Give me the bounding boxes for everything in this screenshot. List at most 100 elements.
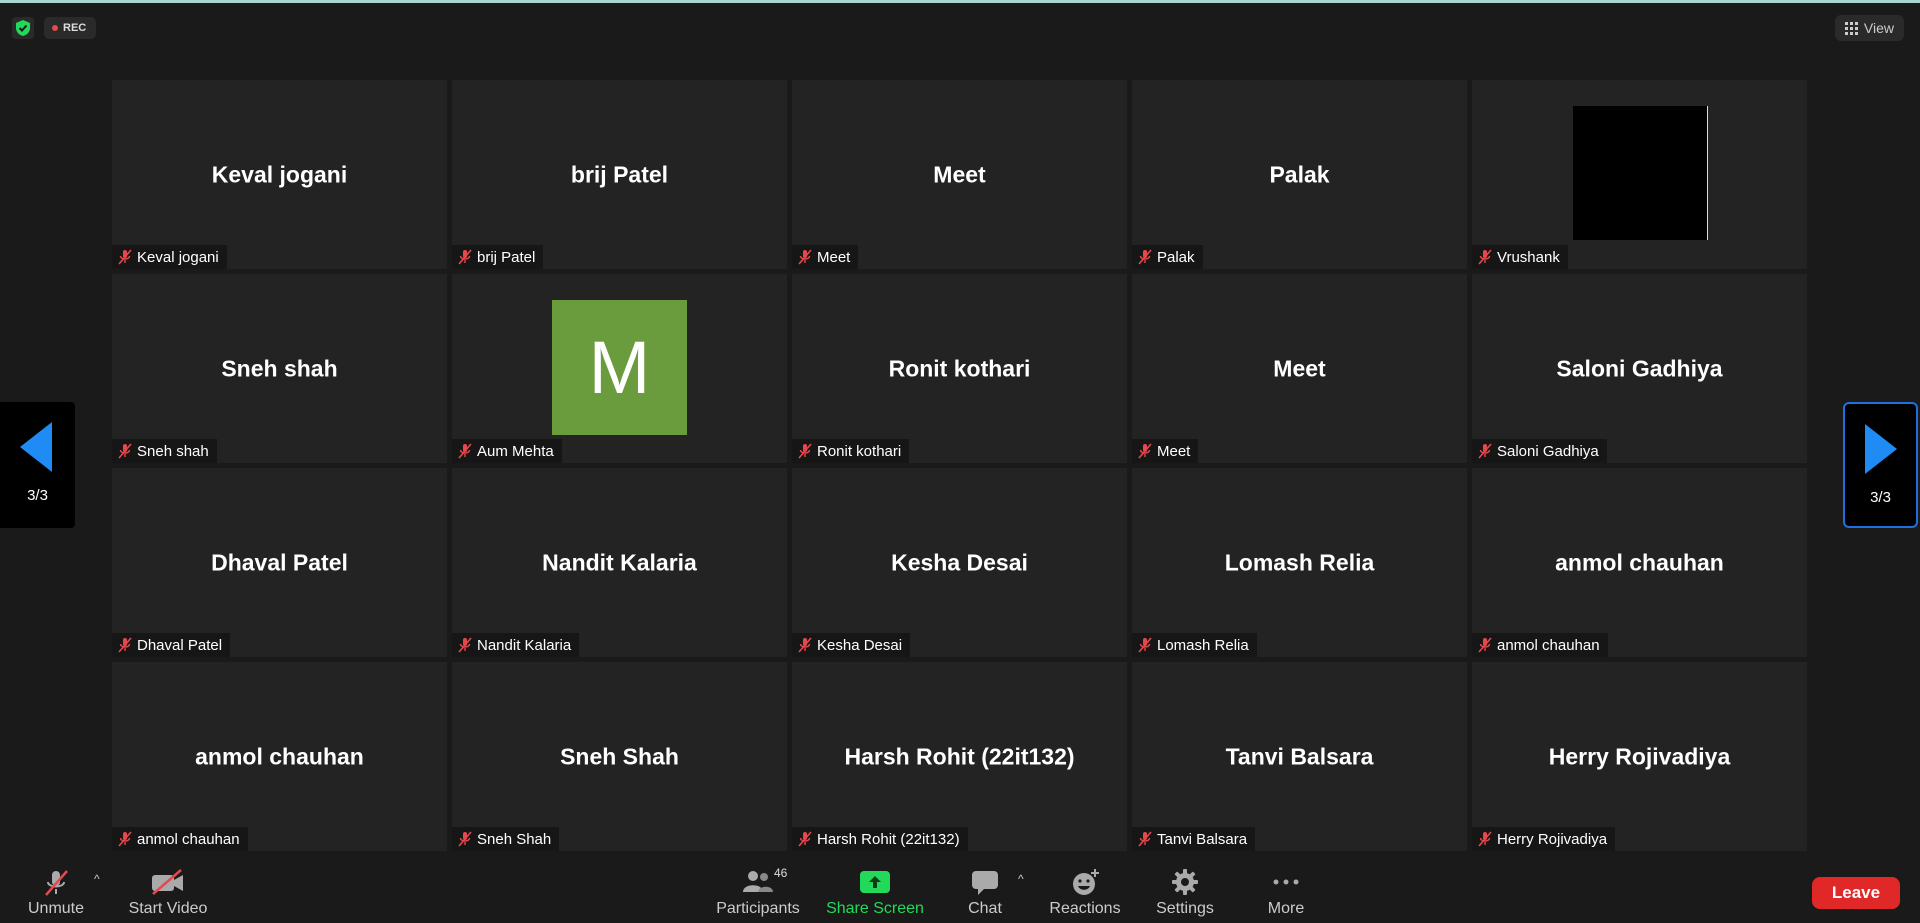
participant-name-label: Herry Rojivadiya [1472,827,1616,851]
mic-muted-icon [118,831,132,847]
participant-tile[interactable]: Ronit kothari Ronit kothari [792,274,1127,463]
participant-display-name: anmol chauhan [1555,549,1724,575]
mic-muted-icon [458,443,472,459]
recording-badge[interactable]: REC [44,17,97,39]
shield-check-icon[interactable] [12,17,34,39]
audio-options-caret[interactable]: ^ [94,872,100,886]
participant-video [1573,106,1708,240]
reactions-icon [1073,869,1099,895]
participant-tile[interactable]: Saloni Gadhiya Saloni Gadhiya [1472,274,1807,463]
participant-name: Palak [1157,248,1195,266]
mic-muted-icon [798,443,812,459]
participant-tile[interactable]: Nandit Kalaria Nandit Kalaria [452,468,787,657]
participant-name: Saloni Gadhiya [1497,442,1599,460]
participant-tile[interactable]: Meet Meet [1132,274,1467,463]
share-screen-button[interactable]: Share Screen [824,862,926,923]
mic-muted-icon [45,870,68,896]
participant-name-label: Vrushank [1472,245,1568,269]
participant-name: Dhaval Patel [137,636,223,654]
participant-name: anmol chauhan [137,830,240,848]
video-off-icon [152,869,183,895]
participant-display-name: Keval jogani [211,161,348,187]
unmute-button[interactable]: Unmute [16,862,96,923]
participant-name-label: Palak [1132,245,1203,269]
participant-name: Kesha Desai [817,636,903,654]
participant-tile[interactable]: Keval jogani Keval jogani [112,80,447,269]
mic-muted-icon [458,831,472,847]
mic-muted-icon [798,637,812,653]
mic-muted-icon [458,637,472,653]
participant-tile[interactable]: M Aum Mehta [452,274,787,463]
mic-muted-icon [1478,831,1492,847]
participants-icon [743,871,773,892]
mic-muted-icon [798,249,812,265]
participant-name: Harsh Rohit (22it132) [817,830,960,848]
chat-options-caret[interactable]: ^ [1018,872,1024,886]
gear-icon [1172,869,1198,895]
leave-button[interactable]: Leave [1812,877,1900,909]
participant-display-name: Dhaval Patel [211,549,348,575]
participant-name-label: Sneh Shah [452,827,560,851]
participant-name: Meet [817,248,851,266]
participant-tile[interactable]: Lomash Relia Lomash Relia [1132,468,1467,657]
participant-tile[interactable]: Meet Meet [792,80,1127,269]
view-button[interactable]: View [1834,15,1904,41]
participant-tile[interactable]: Vrushank [1472,80,1807,269]
chevron-right-icon [1865,424,1897,474]
page-indicator-left: 3/3 [27,487,48,504]
meeting-topbar: REC View [0,3,1920,48]
participant-tile[interactable]: brij Patel brij Patel [452,80,787,269]
mic-muted-icon [1478,443,1492,459]
mic-muted-icon [1478,637,1492,653]
chat-label: Chat [968,900,1002,917]
participant-tile[interactable]: Sneh shah Sneh shah [112,274,447,463]
participant-tile[interactable]: Harsh Rohit (22it132) Harsh Rohit (22it13… [792,662,1127,851]
participants-label: Participants [716,900,800,917]
mic-muted-icon [1138,443,1152,459]
participant-name: anmol chauhan [1497,636,1600,654]
participant-display-name: Meet [933,161,986,187]
settings-button[interactable]: Settings [1148,862,1222,923]
participant-tile[interactable]: Palak Palak [1132,80,1467,269]
participant-tile[interactable]: Dhaval Patel Dhaval Patel [112,468,447,657]
participant-name-label: Harsh Rohit (22it132) [792,827,968,851]
participant-tile[interactable]: Kesha Desai Kesha Desai [792,468,1127,657]
more-icon [1273,879,1299,885]
participant-tile[interactable]: anmol chauhan anmol chauhan [1472,468,1807,657]
mic-muted-icon [798,831,812,847]
participant-name: Keval jogani [137,248,219,266]
participant-name-label: anmol chauhan [1472,633,1608,657]
start-video-label: Start Video [128,900,208,917]
participant-name-label: Meet [1132,439,1199,463]
participant-tile[interactable]: anmol chauhan anmol chauhan [112,662,447,851]
participant-name: Ronit kothari [817,442,902,460]
next-page-button[interactable]: 3/3 [1843,402,1918,528]
participant-display-name: Harsh Rohit (22it132) [844,743,1075,769]
chevron-left-icon [20,422,52,472]
more-label: More [1267,900,1305,917]
more-button[interactable]: More [1256,862,1316,923]
chat-button[interactable]: Chat [955,862,1015,923]
start-video-button[interactable]: Start Video [122,862,214,923]
participants-button[interactable]: Participants [712,862,804,923]
meeting-toolbar: Unmute ^ Start Video Participants 46 Sha… [0,862,1920,923]
previous-page-button[interactable]: 3/3 [0,402,75,528]
participant-name-label: Aum Mehta [452,439,562,463]
mic-muted-icon [1138,637,1152,653]
unmute-label: Unmute [27,900,85,917]
participant-display-name: anmol chauhan [195,743,364,769]
share-screen-label: Share Screen [826,900,924,917]
participant-tile[interactable]: Tanvi Balsara Tanvi Balsara [1132,662,1467,851]
avatar: M [552,300,687,435]
participant-name-label: Dhaval Patel [112,633,231,657]
participant-name-label: Meet [792,245,859,269]
mic-muted-icon [118,637,132,653]
participant-name-label: Nandit Kalaria [452,633,580,657]
participant-tile[interactable]: Sneh Shah Sneh Shah [452,662,787,851]
participant-tile[interactable]: Herry Rojivadiya Herry Rojivadiya [1472,662,1807,851]
participant-name-label: Lomash Relia [1132,633,1257,657]
participant-name: Lomash Relia [1157,636,1249,654]
participant-display-name: Tanvi Balsara [1225,743,1374,769]
share-screen-icon [860,871,890,893]
reactions-button[interactable]: Reactions [1046,862,1124,923]
